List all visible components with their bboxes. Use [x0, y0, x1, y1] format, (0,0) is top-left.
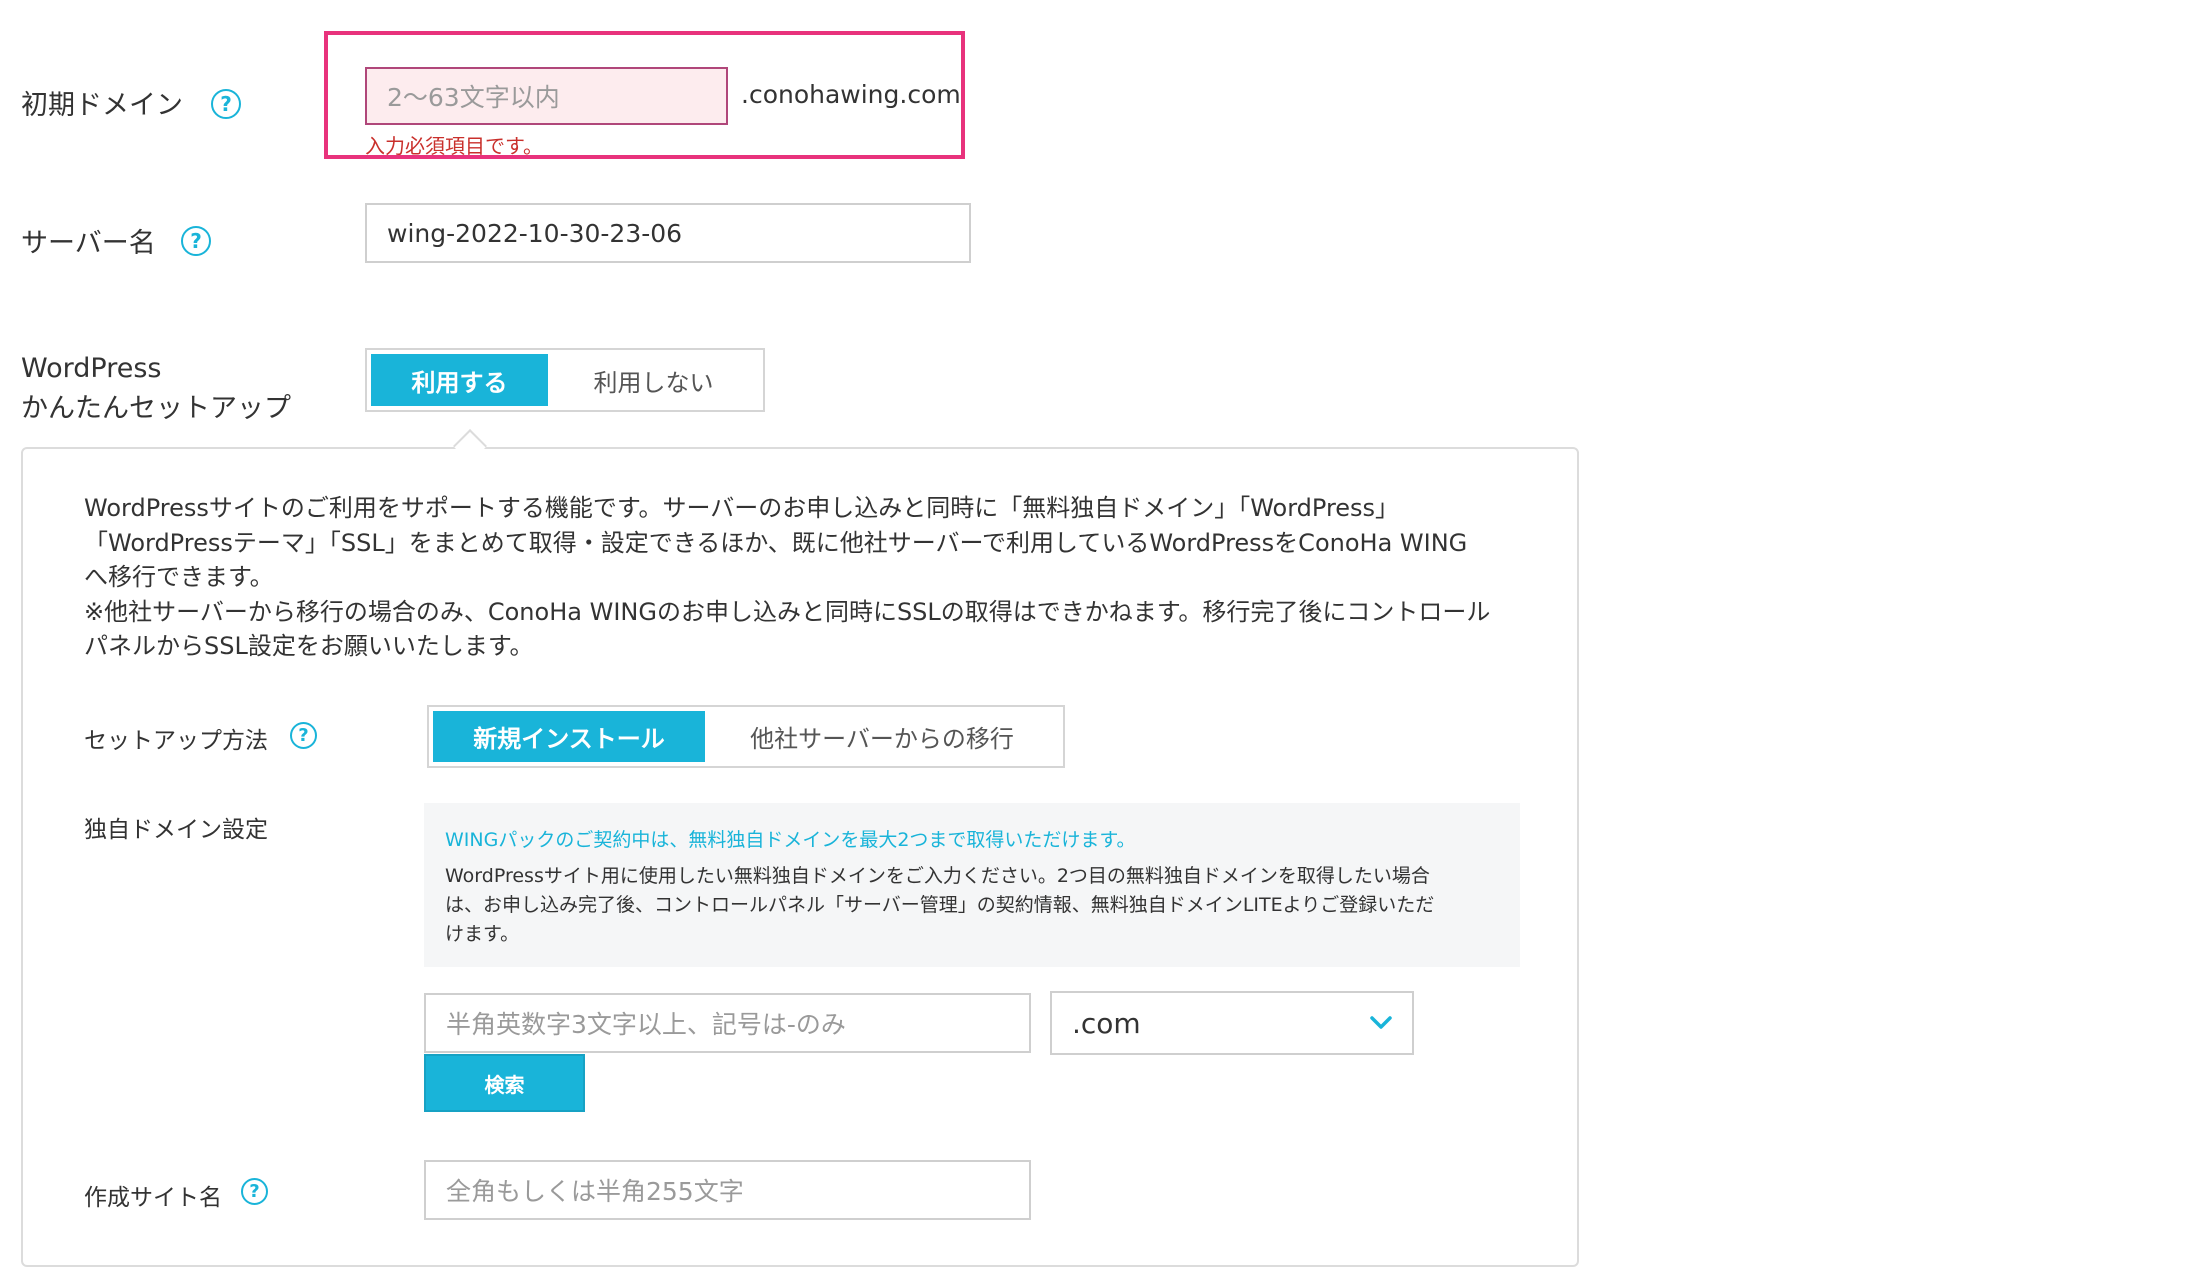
- custom-domain-info-box: WINGパックのご契約中は、無料独自ドメインを最大2つまで取得いただけます。 W…: [424, 803, 1520, 967]
- chevron-down-icon: [1370, 1016, 1392, 1029]
- initial-domain-placeholder: 2〜63文字以内: [387, 83, 560, 112]
- site-name-placeholder: 全角もしくは半角255文字: [446, 1177, 744, 1206]
- initial-domain-label: 初期ドメイン: [21, 83, 183, 122]
- custom-domain-info-head: WINGパックのご契約中は、無料独自ドメインを最大2つまで取得いただけます。: [445, 829, 1136, 851]
- setup-method-new-install-option[interactable]: 新規インストール: [433, 711, 705, 762]
- initial-domain-suffix: .conohawing.com: [741, 80, 961, 109]
- wordpress-setup-use-option[interactable]: 利用する: [371, 354, 548, 406]
- wordpress-setup-label-line1: WordPress: [21, 353, 162, 384]
- wordpress-setup-no-use-option[interactable]: 利用しない: [548, 354, 759, 406]
- wordpress-setup-toggle: 利用する 利用しない: [365, 348, 765, 412]
- server-name-value: wing-2022-10-30-23-06: [387, 218, 683, 248]
- tld-select[interactable]: .com: [1050, 991, 1414, 1055]
- setup-method-migrate-option[interactable]: 他社サーバーからの移行: [705, 711, 1059, 762]
- initial-domain-error: 入力必須項目です。: [365, 134, 543, 158]
- server-name-label: サーバー名: [21, 228, 156, 259]
- site-name-input[interactable]: 全角もしくは半角255文字: [424, 1160, 1031, 1220]
- wordpress-setup-label: WordPress かんたんセットアップ: [21, 349, 291, 429]
- site-name-label: 作成サイト名: [84, 1185, 222, 1211]
- help-icon[interactable]: ?: [241, 1178, 268, 1205]
- panel-description: WordPressサイトのご利用をサポートする機能です。サーバーのお申し込みと同…: [84, 494, 1491, 660]
- help-icon[interactable]: ?: [211, 89, 241, 119]
- help-icon[interactable]: ?: [181, 226, 211, 256]
- initial-domain-input[interactable]: 2〜63文字以内: [365, 67, 728, 125]
- tld-selected-value: .com: [1072, 1006, 1141, 1040]
- help-icon[interactable]: ?: [290, 722, 317, 749]
- custom-domain-input[interactable]: 半角英数字3文字以上、記号は-のみ: [424, 993, 1031, 1053]
- custom-domain-info-body: WordPressサイト用に使用したい無料独自ドメインをご入力ください。2つ目の…: [445, 865, 1435, 945]
- setup-method-toggle: 新規インストール 他社サーバーからの移行: [427, 705, 1065, 768]
- custom-domain-label: 独自ドメイン設定: [84, 817, 268, 843]
- initial-domain-label-text: 初期ドメイン: [21, 90, 183, 121]
- server-name-input[interactable]: wing-2022-10-30-23-06: [365, 203, 971, 263]
- wordpress-setup-label-line2: かんたんセットアップ: [21, 393, 291, 424]
- search-button[interactable]: 検索: [424, 1054, 585, 1112]
- setup-method-label: セットアップ方法: [84, 728, 268, 754]
- custom-domain-placeholder: 半角英数字3文字以上、記号は-のみ: [446, 1010, 846, 1039]
